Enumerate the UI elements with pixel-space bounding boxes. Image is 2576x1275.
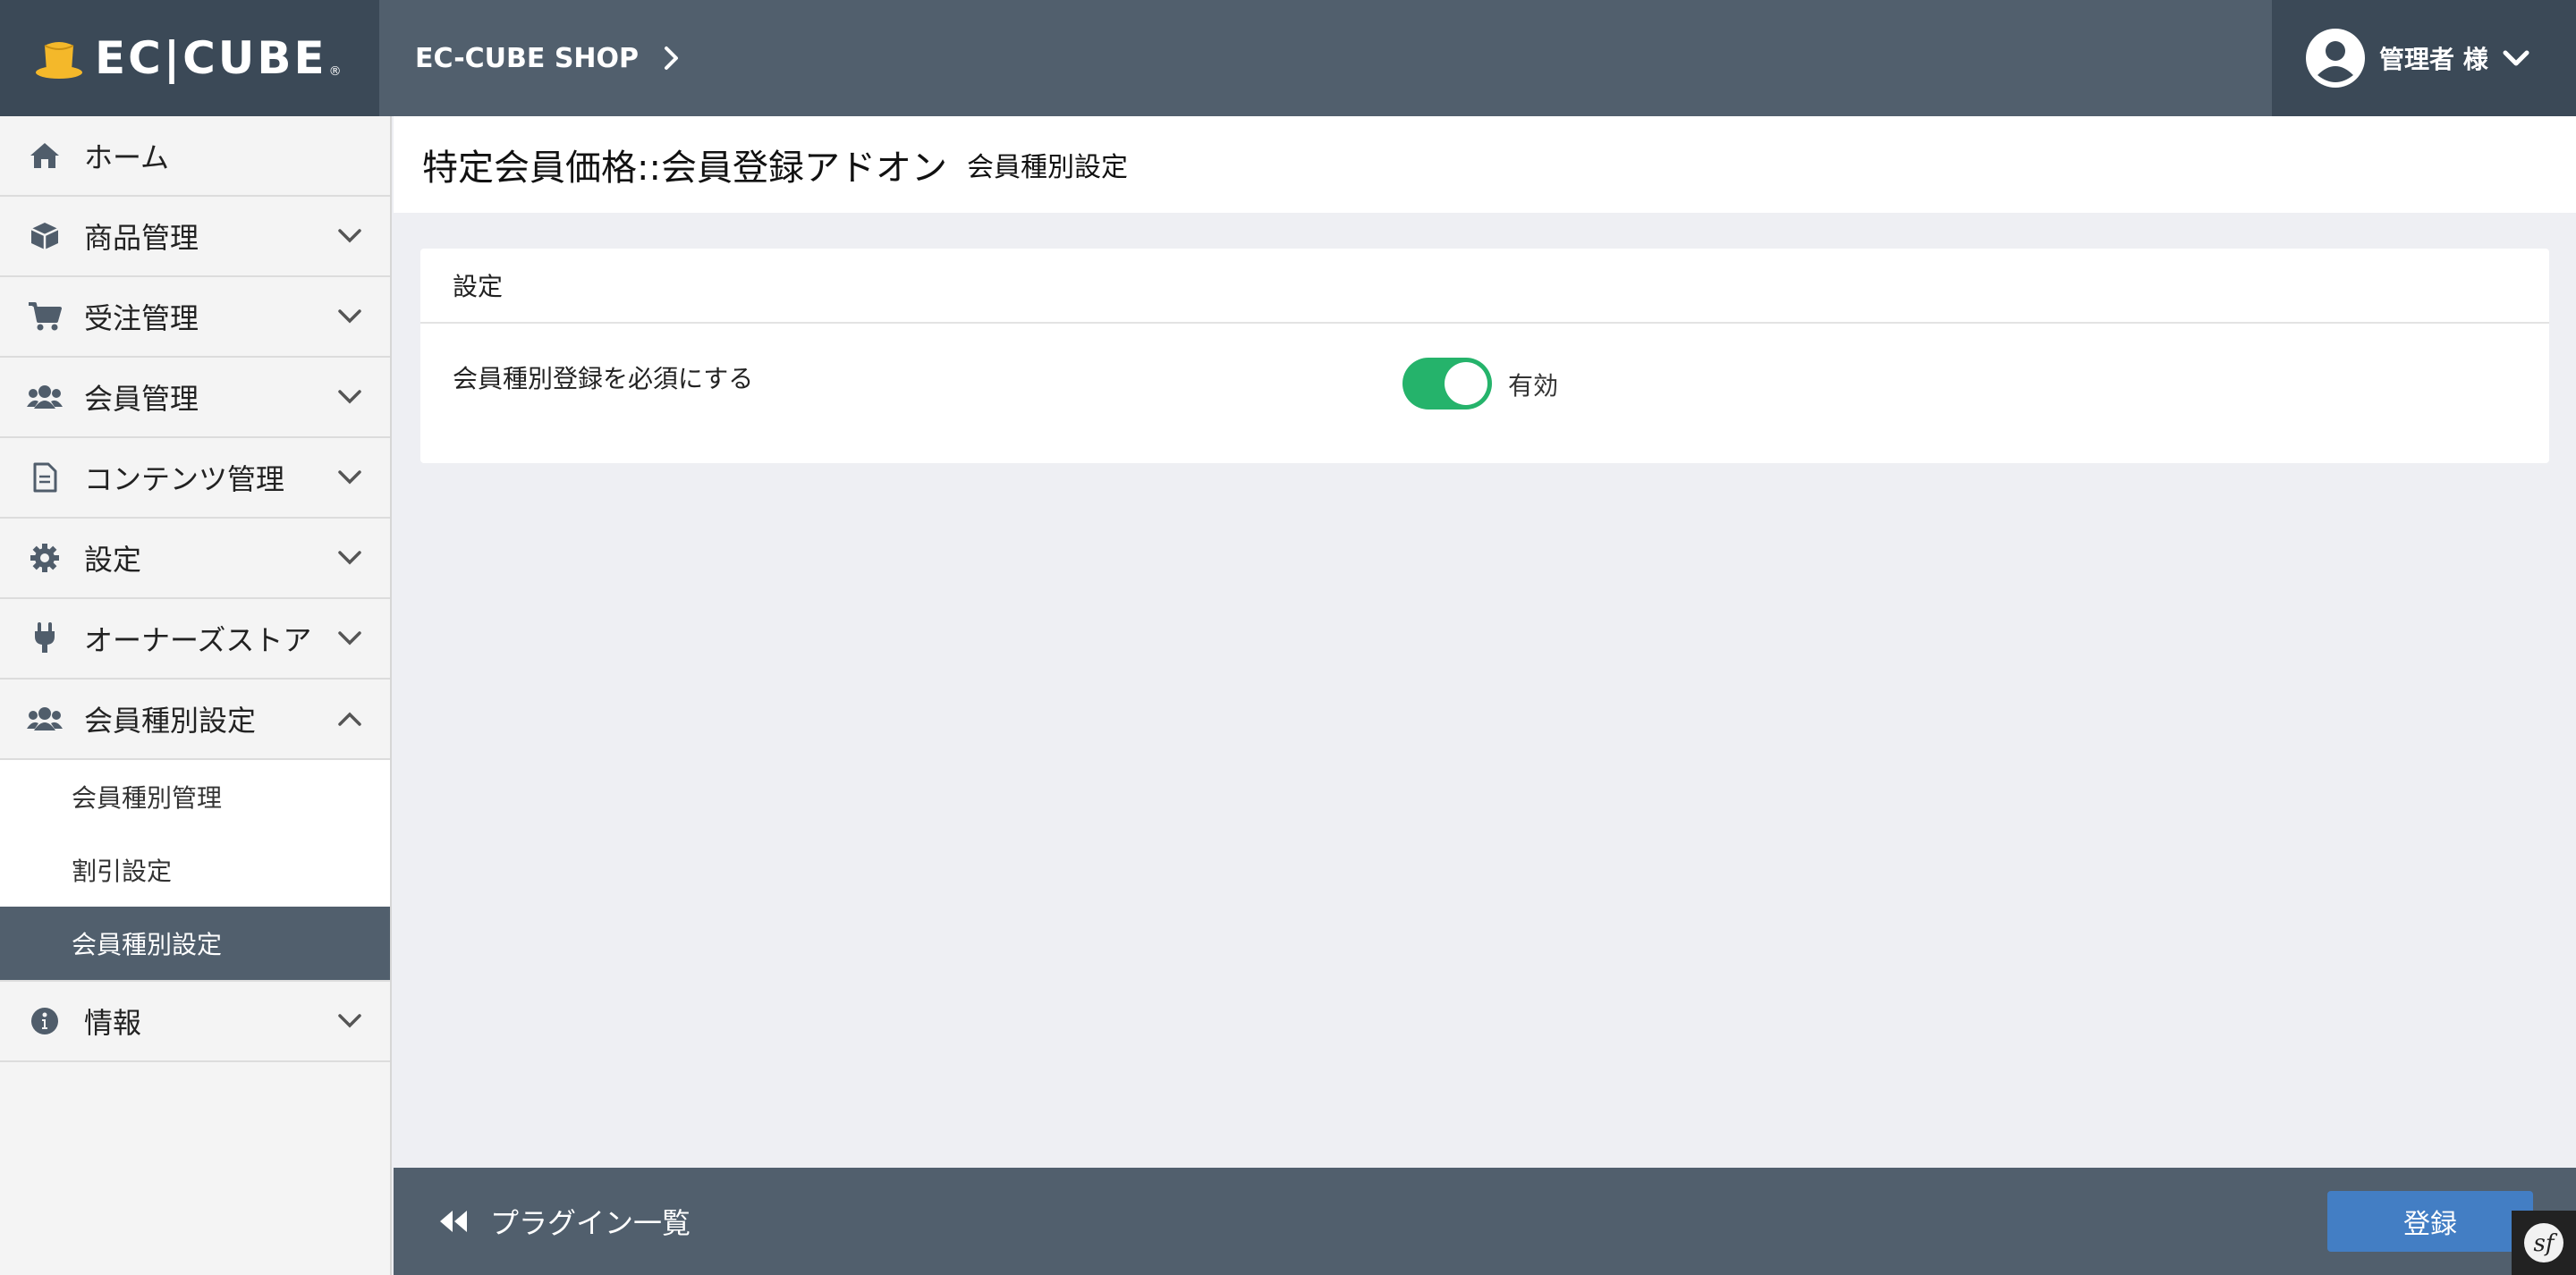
chevron-down-icon — [338, 470, 361, 485]
chevron-up-icon — [338, 712, 361, 726]
sidebar-item-settings[interactable]: 設定 — [0, 519, 390, 599]
chevron-down-icon — [2503, 50, 2529, 66]
sidebar-item-label: ホーム — [84, 140, 170, 174]
shop-link[interactable]: EC-CUBE SHOP — [415, 0, 680, 116]
home-icon — [27, 138, 63, 173]
sidebar-item-member-type-settings[interactable]: 会員種別設定 — [0, 680, 390, 760]
sidebar-item-label: 設定 — [84, 543, 142, 577]
symfony-toolbar-icon[interactable]: sf — [2512, 1211, 2576, 1275]
chevron-down-icon — [338, 551, 361, 565]
sidebar-item-products[interactable]: 商品管理 — [0, 197, 390, 277]
sidebar-item-home[interactable]: ホーム — [0, 116, 390, 197]
user-menu[interactable]: 管理者 様 — [2272, 0, 2576, 116]
file-icon — [27, 460, 63, 495]
sidebar-item-orders[interactable]: 受注管理 — [0, 277, 390, 358]
chevron-down-icon — [338, 1014, 361, 1028]
member-type-required-toggle[interactable] — [1402, 358, 1492, 410]
shop-name: EC-CUBE SHOP — [415, 42, 640, 74]
user-name: 管理者 様 — [2379, 45, 2488, 74]
sidebar: ホーム 商品管理 受注管理 会員管理 コンテンツ管理 設定 オーナーズストア 会… — [0, 116, 392, 1275]
sidebar-item-label: 情報 — [84, 1006, 142, 1040]
chevron-down-icon — [338, 631, 361, 646]
double-chevron-left-icon — [440, 1211, 467, 1232]
card-header: 設定 — [420, 249, 2549, 324]
box-icon — [27, 218, 63, 254]
cube-hat-logo-icon — [36, 42, 82, 79]
sidebar-item-label: 会員種別設定 — [84, 704, 257, 738]
back-to-plugin-list-link[interactable]: プラグイン一覧 — [436, 1168, 691, 1275]
chevron-down-icon — [338, 309, 361, 324]
sidebar-item-label: オーナーズストア — [84, 623, 312, 657]
logo-text: EC|CUBE — [95, 32, 327, 84]
sidebar-item-owners-store[interactable]: オーナーズストア — [0, 599, 390, 680]
sidebar-item-label: 商品管理 — [84, 221, 199, 255]
sidebar-item-label: 受注管理 — [84, 301, 199, 335]
toggle-knob — [1445, 362, 1487, 405]
page-title: 特定会員価格::会員登録アドオン — [422, 148, 947, 189]
users-icon — [27, 701, 63, 737]
sidebar-subitem-member-type-settings[interactable]: 会員種別設定 — [0, 907, 390, 980]
chevron-down-icon — [338, 390, 361, 404]
top-header: EC|CUBE ® EC-CUBE SHOP 管理者 様 — [0, 0, 2576, 116]
user-avatar-icon — [2306, 29, 2365, 88]
sidebar-item-label: 会員管理 — [84, 382, 199, 416]
users-icon — [27, 379, 63, 415]
register-button[interactable]: 登録 — [2327, 1191, 2533, 1252]
field-label: 会員種別登録を必須にする — [453, 364, 754, 393]
sidebar-item-label: コンテンツ管理 — [84, 462, 285, 496]
sidebar-subitem-member-type-management[interactable]: 会員種別管理 — [0, 760, 390, 833]
plug-icon — [27, 621, 63, 656]
sidebar-submenu: 会員種別管理 割引設定 会員種別設定 — [0, 760, 390, 982]
info-icon — [27, 1003, 63, 1039]
settings-card: 設定 会員種別登録を必須にする 有効 — [420, 249, 2549, 463]
sidebar-item-info[interactable]: 情報 — [0, 982, 390, 1062]
form-row: 会員種別登録を必須にする 有効 — [420, 324, 2549, 461]
logo[interactable]: EC|CUBE ® — [0, 0, 379, 116]
page-title-bar: 特定会員価格::会員登録アドオン 会員種別設定 — [394, 116, 2576, 213]
cart-icon — [27, 299, 63, 334]
sidebar-subitem-discount-settings[interactable]: 割引設定 — [0, 833, 390, 907]
toggle-label: 有効 — [1508, 371, 1559, 401]
chevron-down-icon — [338, 229, 361, 243]
sidebar-item-contents[interactable]: コンテンツ管理 — [0, 438, 390, 519]
sidebar-item-customers[interactable]: 会員管理 — [0, 358, 390, 438]
footer-bar: プラグイン一覧 登録 — [394, 1168, 2576, 1275]
chevron-right-icon — [665, 46, 679, 70]
back-link-label: プラグイン一覧 — [490, 1206, 691, 1240]
page-subtitle: 会員種別設定 — [966, 152, 1128, 183]
gear-icon — [27, 540, 63, 576]
logo-registered-mark: ® — [328, 64, 342, 79]
